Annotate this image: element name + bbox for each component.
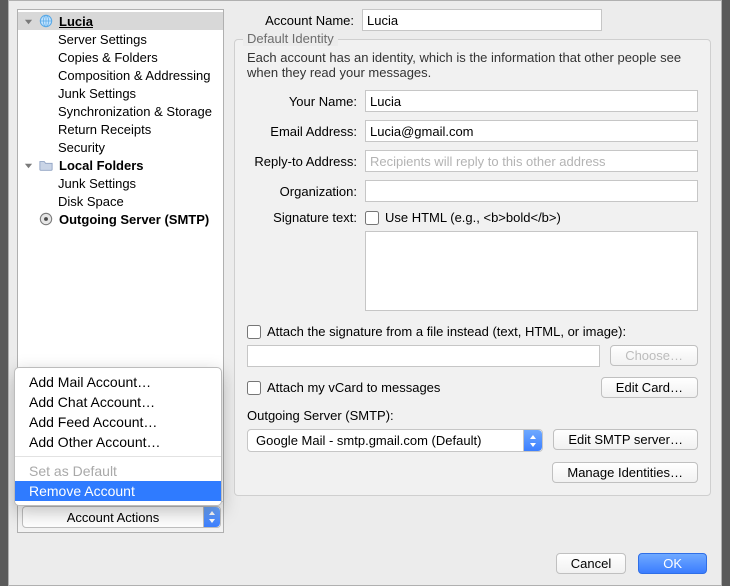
folder-icon bbox=[39, 158, 53, 172]
outgoing-server-label: Outgoing Server (SMTP): bbox=[247, 408, 698, 423]
globe-icon bbox=[39, 14, 53, 28]
reply-to-label: Reply-to Address: bbox=[247, 154, 365, 169]
organization-label: Organization: bbox=[247, 184, 365, 199]
sidebar-footer: Account Actions Add Mail Account… Add Ch… bbox=[18, 501, 223, 532]
account-settings-main: Account Name: Default Identity Each acco… bbox=[228, 1, 721, 541]
section-title: Default Identity bbox=[243, 31, 338, 46]
signature-file-input[interactable] bbox=[247, 345, 600, 367]
tree-item-copies-folders[interactable]: Copies & Folders bbox=[18, 48, 223, 66]
account-name-label: Account Name: bbox=[234, 13, 362, 28]
attach-file-label: Attach the signature from a file instead… bbox=[267, 324, 626, 339]
tree-local-label: Local Folders bbox=[59, 158, 144, 173]
tree-account-label: Lucia bbox=[59, 14, 93, 29]
use-html-label: Use HTML (e.g., <b>bold</b>) bbox=[385, 210, 561, 225]
smtp-icon bbox=[39, 212, 53, 226]
tree-item-disk-space[interactable]: Disk Space bbox=[18, 192, 223, 210]
edit-smtp-button[interactable]: Edit SMTP server… bbox=[553, 429, 698, 450]
reply-to-input[interactable] bbox=[365, 150, 698, 172]
edit-card-button[interactable]: Edit Card… bbox=[601, 377, 698, 398]
tree-item-composition[interactable]: Composition & Addressing bbox=[18, 66, 223, 84]
menu-separator bbox=[15, 456, 221, 457]
section-description: Each account has an identity, which is t… bbox=[247, 50, 698, 80]
attach-vcard-checkbox[interactable] bbox=[247, 381, 261, 395]
your-name-input[interactable] bbox=[365, 90, 698, 112]
account-actions-menu: Add Mail Account… Add Chat Account… Add … bbox=[14, 367, 222, 506]
choose-button[interactable]: Choose… bbox=[610, 345, 698, 366]
signature-text-label: Signature text: bbox=[247, 210, 365, 225]
tree-item-sync-storage[interactable]: Synchronization & Storage bbox=[18, 102, 223, 120]
tree-item-junk[interactable]: Junk Settings bbox=[18, 84, 223, 102]
tree-item-security[interactable]: Security bbox=[18, 138, 223, 156]
account-actions-dropdown[interactable]: Account Actions bbox=[22, 506, 221, 528]
tree-item-server-settings[interactable]: Server Settings bbox=[18, 30, 223, 48]
account-settings-dialog: Lucia Server Settings Copies & Folders C… bbox=[8, 0, 722, 586]
tree-item-return-receipts[interactable]: Return Receipts bbox=[18, 120, 223, 138]
outgoing-server-value: Google Mail - smtp.gmail.com (Default) bbox=[256, 433, 481, 448]
menu-remove-account[interactable]: Remove Account bbox=[15, 481, 221, 501]
manage-identities-button[interactable]: Manage Identities… bbox=[552, 462, 698, 483]
cancel-button[interactable]: Cancel bbox=[556, 553, 626, 574]
account-name-input[interactable] bbox=[362, 9, 602, 31]
menu-add-feed-account[interactable]: Add Feed Account… bbox=[15, 412, 221, 432]
tree-outgoing-label: Outgoing Server (SMTP) bbox=[59, 212, 209, 227]
organization-input[interactable] bbox=[365, 180, 698, 202]
outgoing-server-select[interactable]: Google Mail - smtp.gmail.com (Default) bbox=[247, 429, 543, 452]
tree-account-lucia[interactable]: Lucia bbox=[18, 12, 223, 30]
account-actions-label: Account Actions bbox=[23, 510, 203, 525]
disclosure-down-icon bbox=[24, 161, 33, 170]
disclosure-down-icon bbox=[24, 17, 33, 26]
email-label: Email Address: bbox=[247, 124, 365, 139]
default-identity-section: Default Identity Each account has an ide… bbox=[234, 39, 711, 496]
tree-outgoing-smtp[interactable]: Outgoing Server (SMTP) bbox=[18, 210, 223, 228]
menu-add-mail-account[interactable]: Add Mail Account… bbox=[15, 372, 221, 392]
signature-textarea[interactable] bbox=[365, 231, 698, 311]
menu-set-default: Set as Default bbox=[15, 461, 221, 481]
attach-vcard-label: Attach my vCard to messages bbox=[267, 380, 601, 395]
attach-file-checkbox[interactable] bbox=[247, 325, 261, 339]
menu-add-other-account[interactable]: Add Other Account… bbox=[15, 432, 221, 452]
your-name-label: Your Name: bbox=[247, 94, 365, 109]
ok-button[interactable]: OK bbox=[638, 553, 707, 574]
tree-local-folders[interactable]: Local Folders bbox=[18, 156, 223, 174]
select-arrows-icon bbox=[523, 430, 542, 451]
email-input[interactable] bbox=[365, 120, 698, 142]
dialog-footer: Cancel OK bbox=[9, 541, 721, 585]
use-html-checkbox[interactable] bbox=[365, 211, 379, 225]
accounts-sidebar: Lucia Server Settings Copies & Folders C… bbox=[17, 9, 224, 533]
tree-item-local-junk[interactable]: Junk Settings bbox=[18, 174, 223, 192]
dropdown-arrows-icon bbox=[203, 507, 220, 527]
menu-add-chat-account[interactable]: Add Chat Account… bbox=[15, 392, 221, 412]
